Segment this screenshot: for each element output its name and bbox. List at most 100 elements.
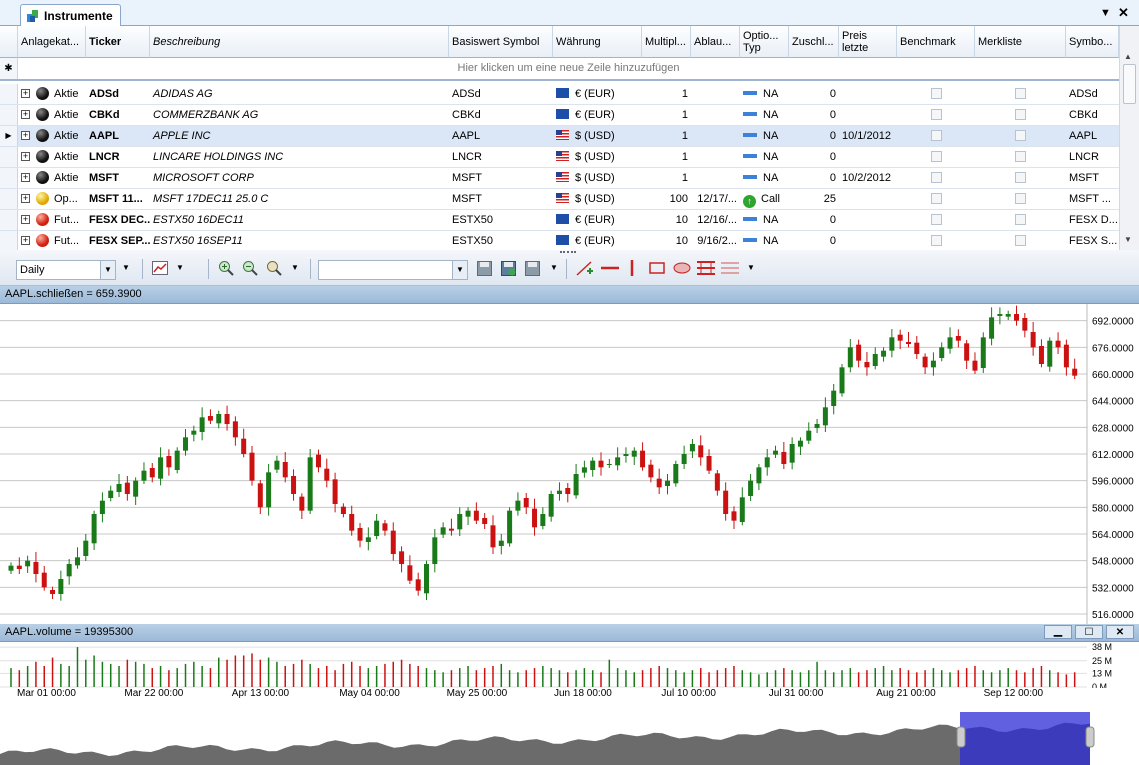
splitter-grip[interactable] xyxy=(560,251,576,254)
close-panel-icon[interactable]: ✕ xyxy=(1106,625,1134,639)
expand-icon[interactable]: + xyxy=(21,110,30,119)
column-header[interactable]: Anlagekat... xyxy=(18,26,86,58)
ellipse-icon[interactable] xyxy=(673,262,691,282)
column-header[interactable]: Währung xyxy=(553,26,642,58)
grid-scrollbar[interactable]: ▲ ▼ xyxy=(1119,26,1139,250)
column-header[interactable]: Benchmark xyxy=(897,26,975,58)
period-select[interactable]: Daily ▼ xyxy=(16,260,116,280)
scroll-thumb[interactable] xyxy=(1123,64,1136,104)
benchmark-checkbox[interactable] xyxy=(931,193,942,204)
candle-body xyxy=(1022,318,1028,331)
maximize-icon[interactable]: ☐ xyxy=(1075,625,1103,639)
fibonacci-icon[interactable] xyxy=(697,261,715,281)
volume-chart[interactable]: 38 M25 M13 M0 M xyxy=(0,642,1139,688)
minimize-icon[interactable]: ▁ xyxy=(1044,625,1072,639)
table-row[interactable]: + Fut... FESX SEP... ESTX50 16SEP11 ESTX50 € … xyxy=(0,231,1119,250)
row-header[interactable] xyxy=(0,168,18,188)
row-header[interactable] xyxy=(0,84,18,104)
expand-icon[interactable]: + xyxy=(21,194,30,203)
watchlist-checkbox[interactable] xyxy=(1015,214,1026,225)
row-header[interactable] xyxy=(0,231,18,250)
expand-icon[interactable]: + xyxy=(21,152,30,161)
tab-dropdown-icon[interactable]: ▼ xyxy=(1100,7,1111,19)
save-as-icon[interactable] xyxy=(501,261,516,281)
column-header[interactable]: Symbo... xyxy=(1066,26,1119,58)
table-row[interactable]: + Op... MSFT 11... MSFT 17DEC11 25.0 C MSFT $… xyxy=(0,189,1119,210)
benchmark-checkbox[interactable] xyxy=(931,172,942,183)
zoom-fit-icon[interactable] xyxy=(266,260,282,280)
benchmark-checkbox[interactable] xyxy=(931,109,942,120)
channel-icon[interactable] xyxy=(721,261,739,281)
table-row[interactable]: + Aktie LNCR LINCARE HOLDINGS INC LNCR $ (USD… xyxy=(0,147,1119,168)
column-header[interactable]: Ticker xyxy=(86,26,150,58)
table-row[interactable]: + Fut... FESX DEC... ESTX50 16DEC11 ESTX50 € … xyxy=(0,210,1119,231)
expand-icon[interactable]: + xyxy=(21,173,30,182)
watchlist-checkbox[interactable] xyxy=(1015,193,1026,204)
table-row[interactable]: + Aktie ADSd ADIDAS AG ADSd € (EUR) 1 NA 0 ADSd xyxy=(0,84,1119,105)
candle-body xyxy=(673,464,679,484)
candle-body xyxy=(116,484,122,492)
candle-body xyxy=(307,457,313,511)
candle-body xyxy=(349,514,355,531)
table-row[interactable]: ▶ + Aktie AAPL APPLE INC AAPL $ (USD) 1 NA 0 10/1/… xyxy=(0,126,1119,147)
chart-type-menu-icon[interactable]: ▼ xyxy=(176,263,184,283)
benchmark-checkbox[interactable] xyxy=(931,151,942,162)
zoom-menu-icon[interactable]: ▼ xyxy=(291,263,299,283)
rectangle-icon[interactable] xyxy=(649,262,665,282)
expand-icon[interactable]: + xyxy=(21,236,30,245)
expand-icon[interactable]: + xyxy=(21,89,30,98)
delete-template-icon[interactable] xyxy=(525,261,540,281)
expand-icon[interactable]: + xyxy=(21,131,30,140)
tab-instrumente[interactable]: Instrumente xyxy=(20,4,121,27)
watchlist-checkbox[interactable] xyxy=(1015,172,1026,183)
row-header[interactable]: ▶ xyxy=(0,126,18,146)
watchlist-checkbox[interactable] xyxy=(1015,109,1026,120)
candle-body xyxy=(299,496,305,511)
column-header[interactable]: Multipl... xyxy=(642,26,691,58)
table-row[interactable]: + Aktie MSFT MICROSOFT CORP MSFT $ (USD) 1 NA 0 1… xyxy=(0,168,1119,189)
row-header[interactable] xyxy=(0,189,18,209)
close-icon[interactable]: ✕ xyxy=(1118,5,1129,21)
new-row[interactable]: ✱ Hier klicken um eine neue Zeile hinzuz… xyxy=(0,58,1119,81)
watchlist-checkbox[interactable] xyxy=(1015,151,1026,162)
candle-body xyxy=(133,480,139,497)
column-header[interactable]: Merkliste xyxy=(975,26,1066,58)
row-header[interactable] xyxy=(0,210,18,230)
watchlist-checkbox[interactable] xyxy=(1015,130,1026,141)
vertical-line-icon[interactable] xyxy=(627,260,637,280)
cell-underlying: ESTX50 xyxy=(452,235,493,247)
scroll-up-icon[interactable]: ▲ xyxy=(1124,52,1132,61)
row-header[interactable] xyxy=(0,105,18,125)
row-header[interactable] xyxy=(0,147,18,167)
save-icon[interactable] xyxy=(477,261,492,281)
candle-body xyxy=(822,407,828,426)
benchmark-checkbox[interactable] xyxy=(931,130,942,141)
column-header[interactable]: Preis letzte xyxy=(839,26,897,58)
benchmark-checkbox[interactable] xyxy=(931,235,942,246)
benchmark-checkbox[interactable] xyxy=(931,88,942,99)
chart-type-icon[interactable] xyxy=(152,261,168,281)
column-header[interactable]: Basiswert Symbol xyxy=(449,26,553,58)
column-header[interactable]: Zuschl... xyxy=(789,26,839,58)
column-header[interactable]: Optio... Typ xyxy=(740,26,789,58)
add-trendline-icon[interactable] xyxy=(576,260,594,280)
scroll-down-icon[interactable]: ▼ xyxy=(1124,235,1132,244)
cell-category: Aktie xyxy=(54,172,79,184)
navigator-overview[interactable] xyxy=(0,702,1139,765)
table-row[interactable]: + Aktie CBKd COMMERZBANK AG CBKd € (EUR) 1 NA 0 C… xyxy=(0,105,1119,126)
template-menu-icon[interactable]: ▼ xyxy=(550,263,558,283)
zoom-in-icon[interactable] xyxy=(218,260,234,280)
column-header[interactable]: Ablau... xyxy=(691,26,740,58)
column-header[interactable]: Beschreibung xyxy=(150,26,449,58)
horizontal-line-icon[interactable] xyxy=(601,260,619,280)
expand-icon[interactable]: + xyxy=(21,215,30,224)
watchlist-checkbox[interactable] xyxy=(1015,235,1026,246)
drawing-menu-icon[interactable]: ▼ xyxy=(747,263,755,283)
zoom-out-icon[interactable] xyxy=(242,260,258,280)
template-select[interactable]: ▼ xyxy=(318,260,468,280)
period-menu-icon[interactable]: ▼ xyxy=(122,263,130,283)
price-chart[interactable]: 692.0000 676.0000 660.0000 644.0000 628.0000… xyxy=(0,304,1139,624)
volume-panel-titlebar: AAPL.volume = 19395300 ▁ ☐ ✕ xyxy=(0,624,1139,642)
benchmark-checkbox[interactable] xyxy=(931,214,942,225)
watchlist-checkbox[interactable] xyxy=(1015,88,1026,99)
